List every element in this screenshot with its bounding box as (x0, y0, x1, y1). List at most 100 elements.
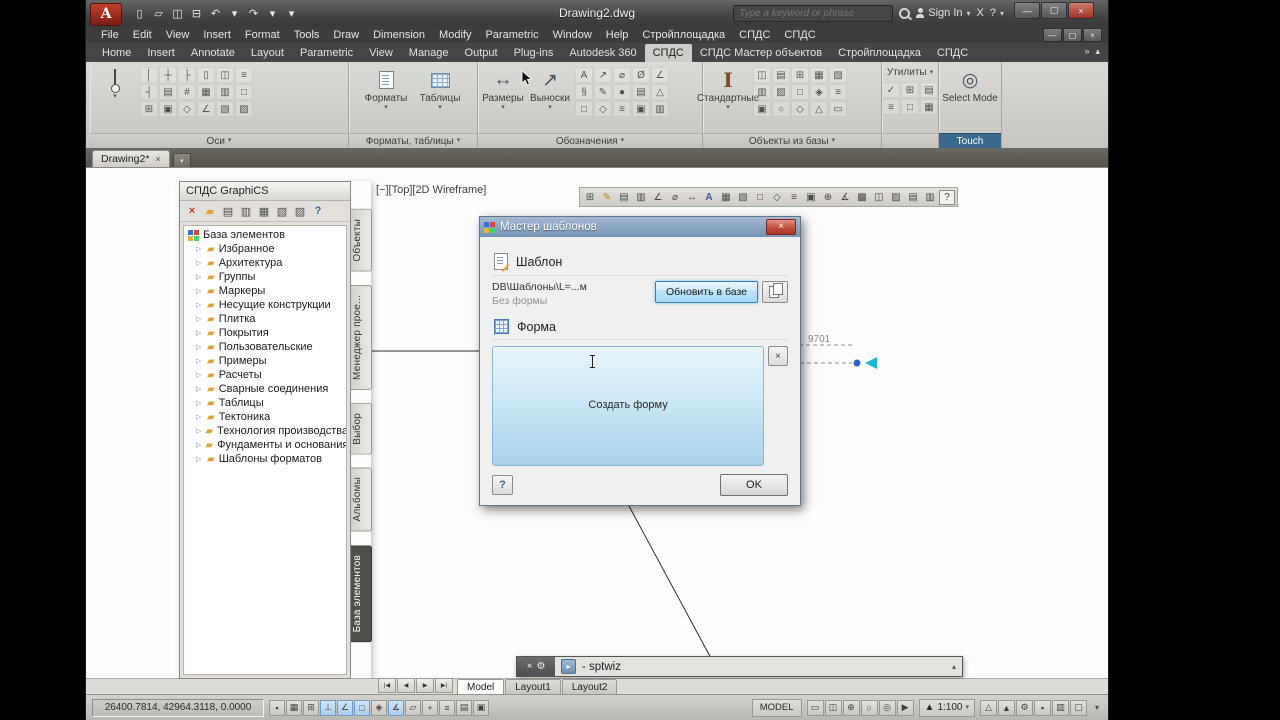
toolbar-icon[interactable]: ▤ (905, 190, 921, 205)
expand-icon[interactable]: ▷ (196, 357, 203, 365)
palette-edit-button[interactable]: ▥ (238, 203, 254, 219)
menu-item[interactable]: Window (546, 28, 599, 42)
panel-label-utilities[interactable] (882, 133, 938, 148)
palette-copy-button[interactable]: ▦ (256, 203, 272, 219)
object-tool-icon[interactable]: ≡ (829, 84, 847, 100)
symbol-tool-icon[interactable]: Ø (632, 67, 650, 83)
ribbon-tab[interactable]: Стройплощадка (830, 44, 929, 62)
ortho-toggle[interactable]: ⊥ (320, 699, 336, 716)
toolbar-icon[interactable]: A (701, 190, 717, 205)
axes-tool-icon[interactable]: ▥ (216, 84, 234, 100)
application-menu-button[interactable]: A (90, 2, 122, 26)
qat-customize-button[interactable]: ▾ (282, 4, 301, 22)
annotation-autoscale-button[interactable]: ▲ (997, 699, 1015, 716)
pan-button[interactable]: ⊕ (842, 699, 860, 716)
panel-label-touch[interactable]: Touch (939, 133, 1001, 148)
axes-tool-icon[interactable]: │ (140, 67, 158, 83)
object-tool-icon[interactable]: ▭ (829, 101, 847, 117)
exchange-apps-button[interactable]: X (977, 7, 984, 19)
undo-dropdown[interactable]: ▾ (225, 4, 244, 22)
drawing-area[interactable]: 9701 [−][Top][2D Wireframe] ⊞ ✎ ▤ ▥ ∠ ⌀ ↔ A ▦ ▧ □ ◇… (86, 167, 1108, 679)
expand-icon[interactable]: ▷ (196, 245, 203, 253)
ok-button[interactable]: OK (720, 474, 788, 496)
viewport-controls[interactable]: [−][Top][2D Wireframe] (376, 184, 486, 196)
toolbar-icon[interactable]: ⊞ (582, 190, 598, 205)
symbol-tool-icon[interactable]: § (575, 84, 593, 100)
layout-tab[interactable]: Layout1 (505, 679, 561, 694)
dimensions-button[interactable]: ↔ Размеры ▾ (481, 65, 525, 111)
formats-button[interactable]: Форматы ▾ (364, 65, 408, 111)
toolbar-icon[interactable]: ◫ (871, 190, 887, 205)
symbol-tool-icon[interactable]: ∠ (651, 67, 669, 83)
tree-root-item[interactable]: База элементов (184, 228, 346, 242)
first-layout-button[interactable]: |◀ (378, 678, 396, 693)
expand-icon[interactable]: ▷ (196, 441, 201, 449)
toolbar-icon[interactable]: ▧ (735, 190, 751, 205)
object-tool-icon[interactable]: ▦ (810, 67, 828, 83)
axes-tool-icon[interactable]: ▯ (197, 67, 215, 83)
panel-label-formats[interactable]: Форматы, таблицы ▾ (349, 133, 477, 148)
dialog-close-button[interactable]: × (766, 219, 796, 235)
expand-icon[interactable]: ▷ (196, 385, 203, 393)
quick-properties-toggle[interactable]: ▣ (473, 699, 489, 716)
axes-tool-icon[interactable]: ├ (178, 67, 196, 83)
toolbar-icon[interactable]: ∠ (650, 190, 666, 205)
tree-item[interactable]: ▷ ▰ Маркеры (184, 284, 346, 298)
redo-button[interactable]: ↷ (244, 4, 263, 22)
toolbar-icon[interactable]: ✎ (599, 190, 615, 205)
expand-icon[interactable]: ▷ (196, 343, 203, 351)
object-tool-icon[interactable]: ▥ (753, 84, 771, 100)
layout-tab[interactable]: Layout2 (561, 679, 618, 694)
menu-item[interactable]: Modify (432, 28, 478, 42)
copy-template-button[interactable] (762, 281, 788, 303)
object-tool-icon[interactable]: ▣ (753, 101, 771, 117)
panel-label-objects[interactable]: Объекты из базы ▾ (703, 133, 881, 148)
object-tool-icon[interactable]: ◈ (810, 84, 828, 100)
palette-side-tab[interactable]: Выбор (351, 402, 372, 455)
object-tool-icon[interactable]: ▧ (829, 67, 847, 83)
steering-wheel-button[interactable]: ◎ (878, 699, 896, 716)
utility-tool-icon[interactable]: ▤ (920, 82, 938, 98)
symbol-tool-icon[interactable]: ⌀ (613, 67, 631, 83)
palette-preview-button[interactable]: ▧ (274, 203, 290, 219)
last-layout-button[interactable]: ▶| (435, 678, 453, 693)
axes-tool-icon[interactable]: ⊞ (140, 101, 158, 117)
object-tool-icon[interactable]: ▤ (772, 67, 790, 83)
grid-toggle[interactable]: ⊞ (303, 699, 319, 716)
palette-side-tab[interactable]: Менеджер прое... (351, 284, 372, 390)
toolbar-icon[interactable]: ≡ (786, 190, 802, 205)
grip-point[interactable] (853, 359, 861, 367)
tables-button[interactable]: Таблицы ▾ (418, 65, 462, 111)
symbol-tool-icon[interactable]: ≡ (613, 101, 631, 117)
minimize-button[interactable]: — (1014, 2, 1040, 19)
symbol-tool-icon[interactable]: ↗ (594, 67, 612, 83)
menu-item[interactable]: Edit (126, 28, 159, 42)
tree-item[interactable]: ▷ ▰ Архитектура (184, 256, 346, 270)
toolbar-lock-button[interactable]: ▪ (1033, 699, 1051, 716)
expand-icon[interactable]: ▷ (196, 287, 203, 295)
ribbon-overflow-icon[interactable]: » (1084, 46, 1089, 57)
expand-icon[interactable]: ▷ (196, 371, 203, 379)
delete-form-button[interactable]: × (768, 346, 788, 366)
expand-icon[interactable]: ▷ (196, 259, 203, 267)
tree-item[interactable]: ▷ ▰ Технология производства (184, 424, 346, 438)
command-line-grip[interactable]: × ⚙ (517, 657, 555, 676)
panel-label-axes[interactable]: Оси ▾ (90, 133, 348, 148)
tree-item[interactable]: ▷ ▰ Избранное (184, 242, 346, 256)
menu-item[interactable]: Dimension (366, 28, 432, 42)
tree-item[interactable]: ▷ ▰ Тектоника (184, 410, 346, 424)
close-tab-icon[interactable]: × (155, 154, 160, 164)
utility-tool-icon[interactable]: ⊞ (901, 82, 919, 98)
axes-tool-icon[interactable]: ┤ (140, 84, 158, 100)
update-in-database-button[interactable]: Обновить в базе (655, 281, 758, 303)
axes-tool-icon[interactable]: ▨ (235, 101, 253, 117)
ribbon-tab[interactable]: Layout (243, 44, 292, 62)
symbol-tool-icon[interactable]: ◇ (594, 101, 612, 117)
expand-icon[interactable]: ▷ (196, 329, 203, 337)
symbol-tool-icon[interactable]: ▣ (632, 101, 650, 117)
axes-tool-icon[interactable]: ▦ (197, 84, 215, 100)
expand-history-icon[interactable]: ▴ (946, 657, 962, 676)
prev-layout-button[interactable]: ◀ (397, 678, 415, 693)
annotation-visibility-button[interactable]: △ (979, 699, 997, 716)
ribbon-tab[interactable]: Autodesk 360 (561, 44, 644, 62)
